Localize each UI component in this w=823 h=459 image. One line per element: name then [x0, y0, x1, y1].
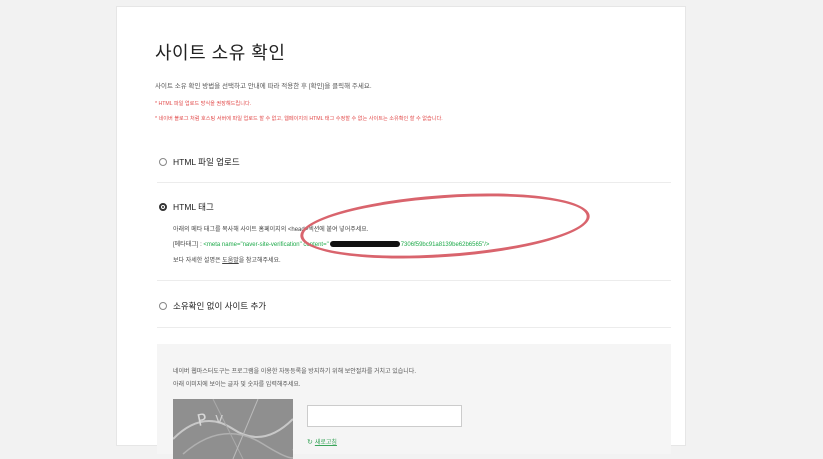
meta-tag-code-end[interactable]: 7306f59bc91a8139be62b6565"/> [401, 242, 490, 248]
captcha-section: 네이버 웹마스터도구는 프로그램을 이용한 자동등록을 방지하기 위해 보안절차… [157, 344, 671, 459]
divider [157, 327, 671, 328]
site-verification-panel: 사이트 소유 확인 사이트 소유 확인 방법을 선택하고 안내에 따라 적용한 … [116, 6, 686, 459]
warning-text-2: * 네이버 블로그 처럼 호스팅 서버에 파일 업로드 할 수 없고, 웹페이지… [155, 116, 443, 122]
help-link[interactable]: 도움말 [222, 258, 239, 264]
html-tag-instruction: 아래의 메타 태그를 복사해 사이트 홈페이지의 <head>섹션에 붙여 넣어… [173, 227, 369, 233]
radio-html-file-upload[interactable] [159, 158, 167, 166]
divider [157, 280, 671, 281]
captcha-instruction: 아래 이미지에 보이는 글자 및 숫자를 입력해주세요. [173, 382, 301, 388]
option-label-html-file-upload: HTML 파일 업로드 [173, 157, 240, 167]
radio-no-verification[interactable] [159, 302, 167, 310]
option-label-no-verification: 소유확인 없이 사이트 추가 [173, 301, 267, 311]
meta-tag-code-start[interactable]: <meta name="naver-site-verification" con… [203, 242, 328, 248]
refresh-icon: ↻ [307, 438, 313, 446]
redacted-verification-code [329, 241, 400, 248]
meta-tag-prefix: [메타태그] : [173, 242, 204, 248]
radio-html-tag[interactable] [159, 203, 167, 211]
captcha-image: P v [173, 399, 293, 459]
help-prefix: 보다 자세한 설명은 [173, 258, 223, 264]
option-no-verification[interactable]: 소유확인 없이 사이트 추가 [159, 300, 266, 312]
captcha-refresh-button[interactable]: ↻ 새로고침 [307, 437, 337, 447]
option-html-file-upload[interactable]: HTML 파일 업로드 [159, 156, 240, 168]
page-description: 사이트 소유 확인 방법을 선택하고 안내에 따라 적용한 후 [확인]을 클릭… [155, 83, 372, 90]
help-line: 보다 자세한 설명은 도움말을 참고해주세요. [173, 255, 281, 264]
option-label-html-tag: HTML 태그 [173, 202, 214, 212]
page-title: 사이트 소유 확인 [155, 43, 286, 63]
refresh-label: 새로고침 [314, 440, 337, 446]
divider [157, 182, 671, 183]
meta-tag-line: [메타태그] : <meta name="naver-site-verifica… [173, 239, 489, 248]
help-suffix: 을 참고해주세요. [238, 258, 281, 264]
captcha-notice: 네이버 웹마스터도구는 프로그램을 이용한 자동등록을 방지하기 위해 보안절차… [173, 369, 416, 375]
captcha-input[interactable] [307, 405, 462, 427]
option-html-tag[interactable]: HTML 태그 [159, 201, 214, 213]
svg-text:v: v [215, 411, 223, 427]
warning-text-1: * HTML 파일 업로드 방식을 권장해드립니다. [155, 101, 252, 107]
